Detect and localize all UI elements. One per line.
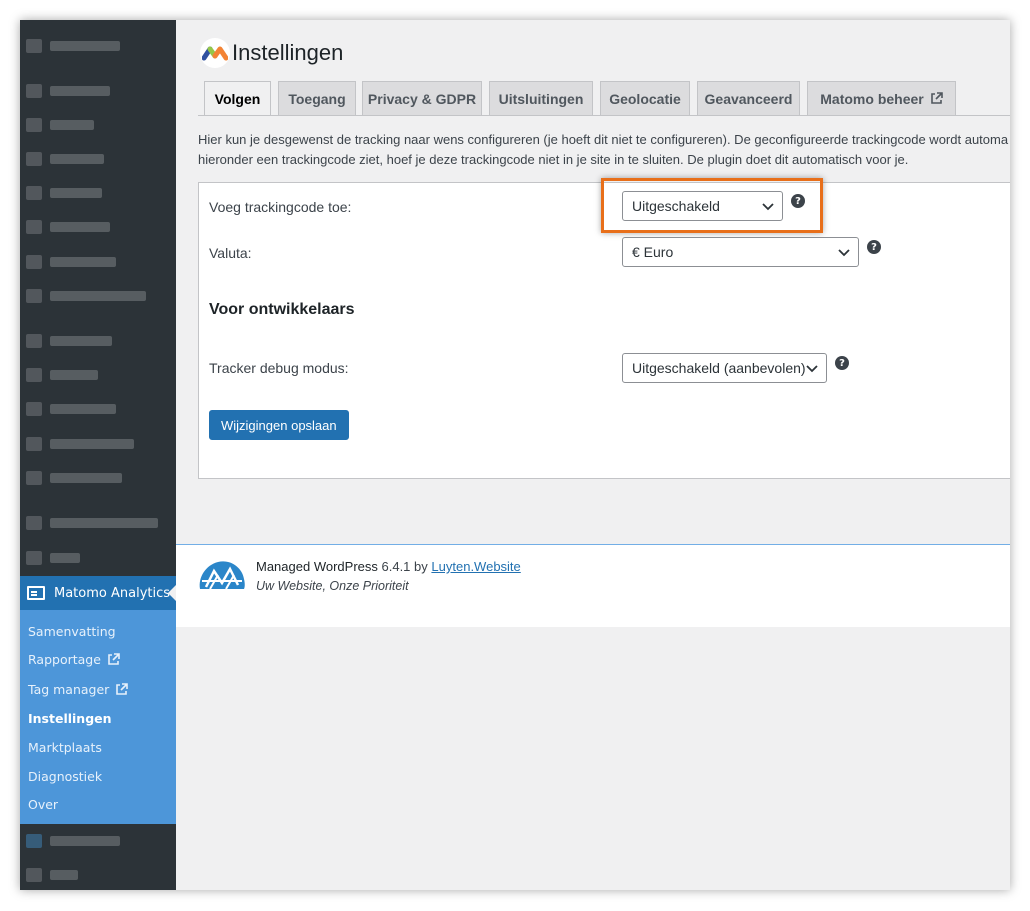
- help-glyph: ?: [795, 195, 801, 207]
- footer: Managed WordPress 6.4.1 by Luyten.Websit…: [176, 544, 1010, 627]
- submenu-item-label: Marktplaats: [28, 740, 102, 755]
- description-line: hieronder een trackingcode ziet, hoef je…: [198, 152, 909, 167]
- submenu-item-samenvatting[interactable]: Samenvatting: [28, 624, 116, 639]
- select-value: Uitgeschakeld (aanbevolen): [632, 360, 806, 376]
- footer-product: Managed WordPress: [256, 559, 378, 574]
- debug-mode-label: Tracker debug modus:: [209, 360, 349, 376]
- tab-label: Geolocatie: [609, 90, 681, 107]
- help-glyph: ?: [839, 357, 845, 369]
- help-glyph: ?: [871, 241, 877, 253]
- sidebar-item-label: Matomo Analytics: [54, 585, 171, 601]
- sidebar-item-redacted[interactable]: [26, 220, 110, 234]
- sidebar-item-redacted[interactable]: [26, 368, 98, 382]
- footer-credit: Managed WordPress 6.4.1 by Luyten.Websit…: [256, 559, 521, 574]
- tab-label: Geavanceerd: [704, 90, 793, 107]
- sidebar-item-redacted[interactable]: [26, 118, 94, 132]
- submenu-item-label: Diagnostiek: [28, 769, 103, 784]
- settings-panel: Voeg trackingcode toe: Uitgeschakeld ? V…: [198, 178, 1010, 479]
- sidebar-item-redacted[interactable]: [26, 834, 120, 848]
- sidebar-item-redacted[interactable]: [26, 334, 112, 348]
- page-title: Instellingen: [232, 40, 344, 65]
- chevron-down-icon: [762, 203, 774, 211]
- tab-label: Toegang: [288, 90, 346, 107]
- tabs-divider: [198, 115, 1010, 116]
- sidebar-item-redacted[interactable]: [26, 186, 102, 200]
- save-changes-button[interactable]: Wijzigingen opslaan: [209, 410, 349, 440]
- select-value: Uitgeschakeld: [632, 198, 720, 214]
- matomo-submenu: Samenvatting Rapportage Tag manager Inst…: [20, 610, 176, 824]
- tab-toegang[interactable]: Toegang: [278, 81, 356, 115]
- tab-uitsluitingen[interactable]: Uitsluitingen: [489, 81, 593, 115]
- help-icon[interactable]: ?: [835, 356, 849, 370]
- sidebar-item-redacted[interactable]: [26, 402, 116, 416]
- footer-by: by: [414, 559, 428, 574]
- help-icon[interactable]: ?: [867, 240, 881, 254]
- submenu-item-tag-manager[interactable]: Tag manager: [28, 682, 129, 697]
- settings-tabs: Volgen Toegang Privacy & GDPR Uitsluitin…: [204, 81, 1010, 116]
- submenu-item-instellingen[interactable]: Instellingen: [28, 711, 112, 726]
- wordpress-admin-window: Matomo Analytics Samenvatting Rapportage…: [20, 20, 1010, 890]
- tab-matomo-beheer[interactable]: Matomo beheer: [807, 81, 956, 115]
- tab-geolocatie[interactable]: Geolocatie: [600, 81, 690, 115]
- chevron-down-icon: [838, 249, 850, 257]
- sidebar-item-redacted[interactable]: [26, 152, 104, 166]
- submenu-item-marktplaats[interactable]: Marktplaats: [28, 740, 102, 755]
- page-header: Instellingen: [200, 38, 343, 68]
- footer-version: 6.4.1: [381, 559, 411, 574]
- sidebar-item-redacted[interactable]: [26, 551, 80, 565]
- select-value: € Euro: [632, 244, 674, 260]
- submenu-item-over[interactable]: Over: [28, 797, 58, 812]
- sidebar-item-redacted[interactable]: [26, 84, 110, 98]
- main-content: Instellingen Volgen Toegang Privacy & GD…: [176, 20, 1010, 890]
- submenu-item-label: Instellingen: [28, 711, 112, 726]
- footer-link[interactable]: Luyten.Website: [431, 559, 520, 574]
- external-link-icon: [107, 653, 120, 666]
- luyten-logo-icon: [196, 557, 248, 597]
- matomo-logo-icon: [200, 38, 230, 68]
- submenu-item-label: Tag manager: [28, 682, 110, 697]
- sidebar-item-redacted[interactable]: [26, 868, 78, 882]
- tracking-code-select[interactable]: Uitgeschakeld: [622, 191, 783, 221]
- sidebar-item-redacted[interactable]: [26, 516, 158, 530]
- footer-tagline: Uw Website, Onze Prioriteit: [256, 579, 409, 593]
- dashboard-icon: [27, 586, 45, 600]
- tracking-code-label: Voeg trackingcode toe:: [209, 199, 352, 215]
- tab-geavanceerd[interactable]: Geavanceerd: [697, 81, 800, 115]
- sidebar-item-redacted[interactable]: [26, 39, 120, 53]
- sidebar-item-matomo-analytics[interactable]: Matomo Analytics: [20, 576, 176, 610]
- submenu-item-label: Samenvatting: [28, 624, 116, 639]
- tab-label: Volgen: [214, 91, 261, 107]
- sidebar-item-redacted[interactable]: [26, 289, 146, 303]
- debug-mode-select[interactable]: Uitgeschakeld (aanbevolen): [622, 353, 827, 383]
- chevron-down-icon: [806, 365, 818, 373]
- submenu-item-label: Over: [28, 797, 59, 812]
- sidebar-item-redacted[interactable]: [26, 255, 116, 269]
- external-link-icon: [115, 683, 129, 696]
- submenu-item-rapportage[interactable]: Rapportage: [28, 652, 120, 667]
- admin-sidebar: Matomo Analytics Samenvatting Rapportage…: [20, 20, 176, 890]
- sidebar-item-redacted[interactable]: [26, 437, 134, 451]
- tab-label: Matomo beheer: [820, 90, 924, 107]
- tab-volgen[interactable]: Volgen: [204, 81, 271, 116]
- submenu-item-label: Rapportage: [28, 652, 101, 667]
- tab-label: Privacy & GDPR: [367, 90, 477, 107]
- tab-label: Uitsluitingen: [498, 90, 584, 107]
- tab-privacy-gdpr[interactable]: Privacy & GDPR: [362, 81, 482, 115]
- currency-select[interactable]: € Euro: [622, 237, 859, 267]
- current-menu-arrow: [168, 585, 176, 601]
- sidebar-item-redacted[interactable]: [26, 471, 122, 485]
- submenu-item-diagnostiek[interactable]: Diagnostiek: [28, 769, 102, 784]
- description-line: Hier kun je desgewenst de tracking naar …: [198, 132, 1009, 147]
- currency-label: Valuta:: [209, 245, 252, 261]
- external-link-icon: [930, 92, 943, 105]
- help-icon[interactable]: ?: [791, 194, 805, 208]
- developers-heading: Voor ontwikkelaars: [209, 301, 355, 318]
- description-text: Hier kun je desgewenst de tracking naar …: [198, 130, 1010, 170]
